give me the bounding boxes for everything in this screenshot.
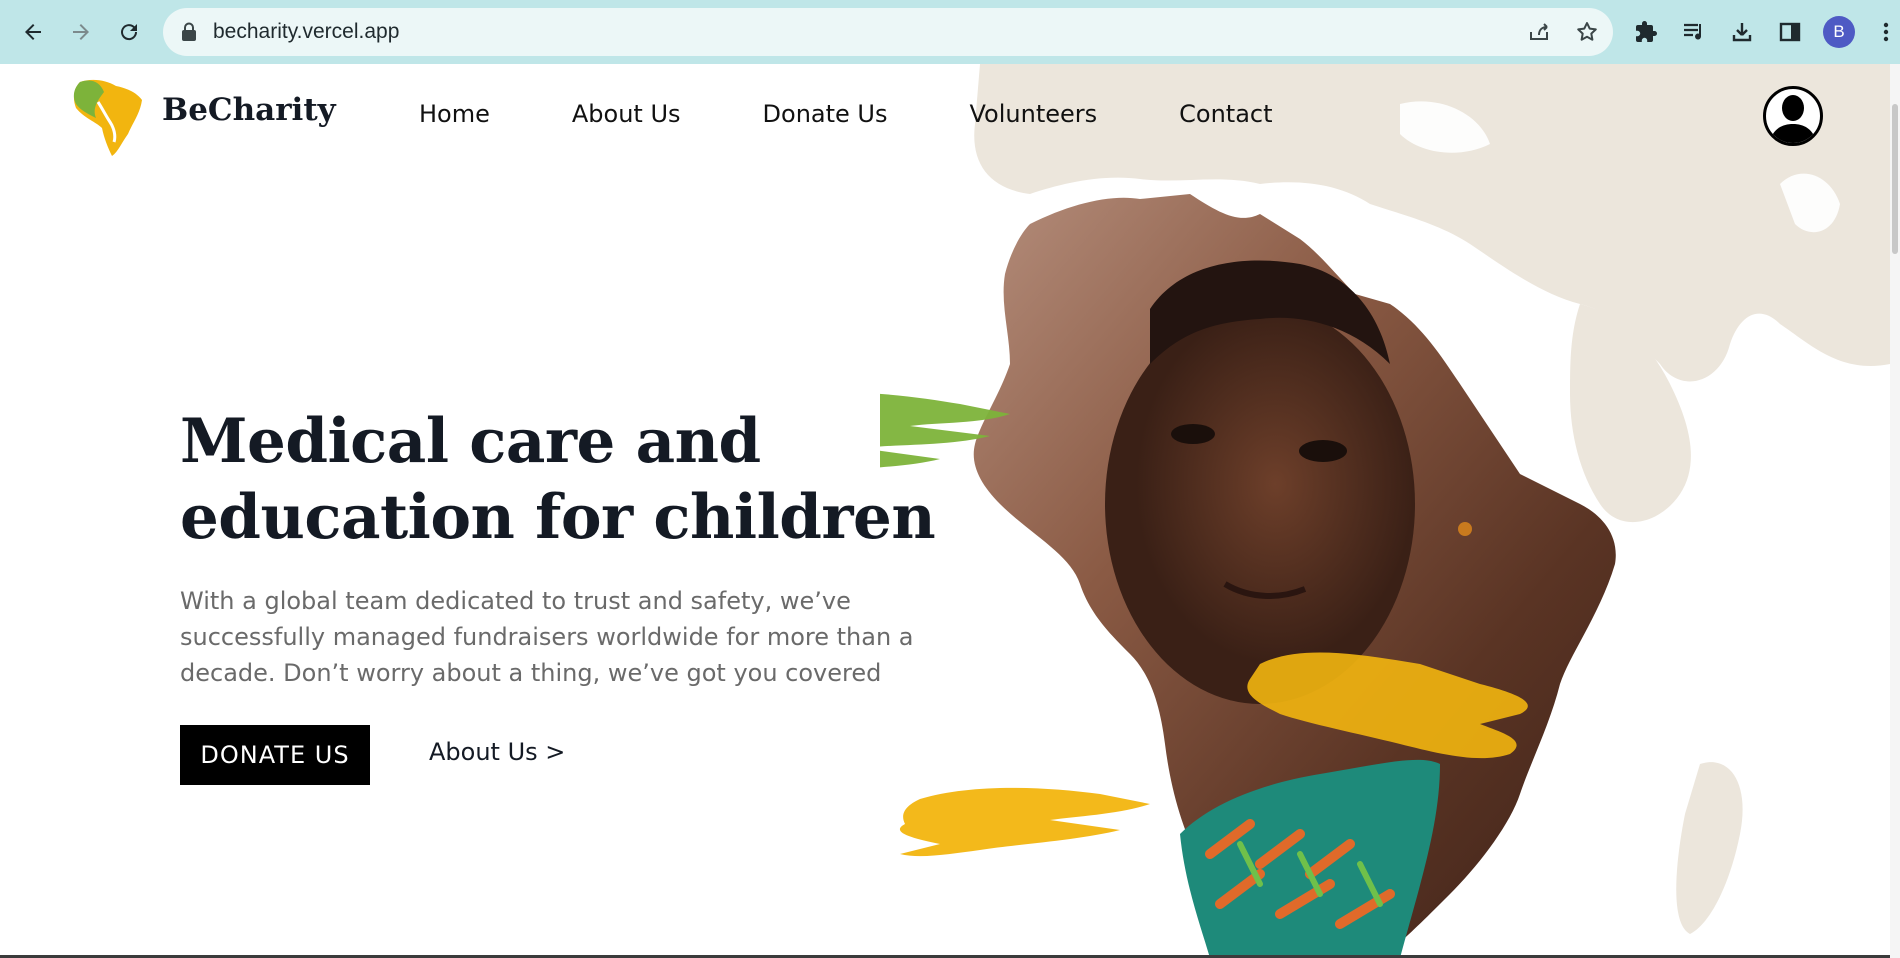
lock-icon[interactable]	[181, 22, 197, 42]
donate-us-button[interactable]: DONATE US	[180, 725, 370, 785]
about-us-link[interactable]: About Us >	[429, 738, 565, 766]
becharity-logo[interactable]	[70, 78, 146, 158]
bookmark-star-icon[interactable]	[1573, 18, 1601, 46]
hero-subtext: With a global team dedicated to trust an…	[180, 587, 914, 687]
brand-name[interactable]: BeCharity	[162, 92, 336, 128]
nav-volunteers[interactable]: Volunteers	[970, 100, 1098, 128]
share-icon[interactable]	[1525, 18, 1553, 46]
hero-headline-line2: education for children	[180, 482, 936, 553]
extensions-icon[interactable]	[1630, 16, 1662, 48]
hero-headline: Medical care and education for children	[180, 404, 940, 556]
page-viewport: BeCharity Home About Us Donate Us Volunt…	[0, 64, 1900, 958]
yellow-brush-stroke-left	[899, 787, 1150, 857]
hero-headline-line1: Medical care and	[180, 406, 761, 477]
nav-contact[interactable]: Contact	[1179, 100, 1272, 128]
reload-icon[interactable]	[111, 14, 147, 50]
forward-icon[interactable]	[63, 14, 99, 50]
nav-home[interactable]: Home	[419, 100, 490, 128]
nav-donate-us[interactable]: Donate Us	[763, 100, 888, 128]
download-icon[interactable]	[1726, 16, 1758, 48]
media-control-icon[interactable]	[1678, 16, 1710, 48]
user-account-icon[interactable]	[1763, 86, 1823, 146]
hero-illustration	[880, 64, 1890, 958]
back-icon[interactable]	[15, 14, 51, 50]
address-bar[interactable]: becharity.vercel.app	[163, 8, 1613, 56]
profile-avatar[interactable]: B	[1823, 16, 1855, 48]
map-madagascar	[1676, 762, 1743, 934]
main-nav: Home About Us Donate Us Volunteers Conta…	[419, 100, 1273, 128]
scrollbar-thumb[interactable]	[1892, 104, 1898, 254]
child-face	[1105, 304, 1415, 704]
side-panel-icon[interactable]	[1774, 16, 1806, 48]
page-scrollbar[interactable]	[1890, 64, 1900, 958]
nav-about-us[interactable]: About Us	[572, 100, 681, 128]
url-text[interactable]: becharity.vercel.app	[213, 8, 399, 56]
browser-toolbar: becharity.vercel.app B	[0, 0, 1900, 64]
menu-dots-icon[interactable]	[1870, 16, 1900, 48]
